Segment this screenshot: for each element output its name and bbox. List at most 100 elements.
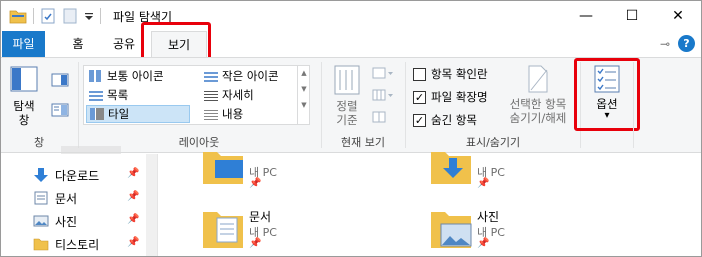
hidden-items-label: 숨긴 항목 bbox=[431, 113, 477, 127]
ribbon-view: 탐색 창 창 보통 아이콘 작은 아이콘 목록 자세히 타일 내용 ▲ ▼ ▼ … bbox=[1, 57, 701, 153]
small-icons-icon bbox=[204, 70, 218, 82]
file-extensions-label: 파일 확장명 bbox=[431, 90, 488, 104]
layout-small-icons-label: 작은 아이콘 bbox=[222, 69, 279, 83]
nav-item-downloads[interactable]: 다운로드 bbox=[33, 164, 99, 186]
pin-icon: 📌 bbox=[127, 237, 140, 248]
add-columns-icon[interactable] bbox=[372, 88, 394, 102]
layout-details[interactable]: 자세히 bbox=[201, 86, 309, 104]
nav-item-tistory[interactable]: 티스토리 bbox=[33, 233, 99, 255]
folder-icon[interactable] bbox=[9, 8, 27, 24]
file-extensions-checkbox[interactable]: ✓ bbox=[413, 90, 426, 104]
hidden-items-checkbox[interactable]: ✓ bbox=[413, 113, 426, 127]
content-area: 다운로드 📌 문서 📌 사진 📌 티스토리 📌 내 PC 📌 내 PC 📌 문서… bbox=[1, 146, 701, 256]
nav-item-pictures[interactable]: 사진 bbox=[33, 210, 77, 232]
hide-selected-label: 선택한 항목 숨기기/해제 bbox=[509, 97, 567, 125]
quick-access-toolbar bbox=[9, 7, 101, 25]
tile-item[interactable]: 문서 내 PC 📌 bbox=[201, 208, 401, 256]
layout-list[interactable]: 목록 bbox=[86, 86, 200, 104]
tile-item[interactable]: 사진 내 PC 📌 bbox=[429, 208, 629, 256]
content-icon bbox=[204, 108, 218, 120]
item-checkboxes-checkbox[interactable] bbox=[413, 67, 426, 81]
tile-item[interactable]: 내 PC 📌 bbox=[201, 148, 401, 198]
preview-pane-icon[interactable] bbox=[51, 73, 69, 87]
pin-icon: 📌 bbox=[127, 168, 140, 179]
new-folder-icon[interactable] bbox=[62, 8, 78, 24]
layout-large-icons-label: 보통 아이콘 bbox=[107, 69, 164, 83]
navigation-pane-label: 탐색 창 bbox=[13, 99, 35, 127]
group-divider bbox=[321, 62, 322, 148]
hidden-items-toggle[interactable]: ✓ 숨긴 항목 bbox=[413, 112, 477, 128]
ribbon-tab-controls: ⊸ ? bbox=[660, 35, 695, 52]
desktop-folder-icon bbox=[203, 152, 243, 184]
layout-large-icons[interactable]: 보통 아이콘 bbox=[86, 67, 200, 85]
item-checkboxes-toggle[interactable]: 항목 확인란 bbox=[413, 66, 488, 82]
sort-by-button[interactable]: 정렬 기준 bbox=[328, 64, 366, 127]
item-checkboxes-label: 항목 확인란 bbox=[431, 67, 488, 81]
group-by-icon[interactable] bbox=[372, 66, 394, 80]
pin-icon: 📌 bbox=[249, 238, 262, 249]
details-pane-icon[interactable] bbox=[51, 103, 69, 117]
layout-content[interactable]: 내용 bbox=[201, 105, 309, 123]
downloads-folder-icon bbox=[431, 152, 471, 184]
hide-selected-icon bbox=[528, 65, 548, 93]
file-explorer-window: 파일 탐색기 — ☐ ✕ 파일 홈 공유 보기 ⊸ ? 탐색 창 창 보통 아이… bbox=[0, 0, 702, 257]
pictures-folder-icon bbox=[431, 212, 472, 248]
download-icon bbox=[34, 168, 48, 182]
title-bar: 파일 탐색기 — ☐ ✕ bbox=[1, 1, 701, 31]
folder-icon bbox=[33, 238, 49, 251]
nav-item-label: 사진 bbox=[55, 214, 78, 229]
pictures-icon bbox=[33, 215, 49, 227]
size-columns-icon[interactable] bbox=[372, 110, 394, 124]
layout-gallery-scroll[interactable]: ▲ ▼ ▼ bbox=[297, 65, 310, 125]
details-icon bbox=[204, 89, 218, 101]
large-icons-icon bbox=[89, 70, 103, 82]
layout-details-label: 자세히 bbox=[222, 88, 254, 102]
minimize-button[interactable]: — bbox=[563, 1, 609, 31]
layout-list-label: 목록 bbox=[107, 88, 129, 102]
documents-icon bbox=[34, 191, 48, 205]
tab-home[interactable]: 홈 bbox=[58, 31, 98, 57]
pin-icon: 📌 bbox=[477, 238, 490, 249]
group-divider bbox=[405, 62, 406, 148]
layout-gallery: 보통 아이콘 작은 아이콘 목록 자세히 타일 내용 bbox=[83, 65, 310, 125]
layout-small-icons[interactable]: 작은 아이콘 bbox=[201, 67, 309, 85]
pin-ribbon-icon[interactable]: ⊸ bbox=[660, 37, 670, 51]
layout-tiles[interactable]: 타일 bbox=[86, 105, 190, 123]
layout-content-label: 내용 bbox=[222, 107, 244, 121]
toolbar-divider bbox=[33, 8, 34, 24]
chevron-up-icon[interactable]: ▲ bbox=[298, 69, 310, 77]
tile-item[interactable]: 내 PC 📌 bbox=[429, 148, 629, 198]
navigation-pane-button[interactable]: 탐색 창 bbox=[7, 64, 41, 127]
nav-item-label: 문서 bbox=[55, 191, 78, 206]
chevron-down-icon[interactable]: ▼ bbox=[298, 85, 310, 93]
documents-folder-icon bbox=[203, 212, 243, 248]
tiles-icon bbox=[90, 108, 104, 120]
sort-icon bbox=[334, 65, 360, 95]
navigation-scrollbar[interactable] bbox=[146, 154, 158, 256]
nav-item-label: 티스토리 bbox=[55, 237, 100, 252]
help-button[interactable]: ? bbox=[678, 35, 695, 52]
chevron-down-icon[interactable] bbox=[84, 8, 94, 24]
navigation-pane: 다운로드 📌 문서 📌 사진 📌 티스토리 📌 bbox=[1, 146, 146, 256]
pin-icon: 📌 bbox=[127, 214, 140, 225]
tab-file[interactable]: 파일 bbox=[2, 31, 45, 57]
hide-selected-items-button[interactable]: 선택한 항목 숨기기/해제 bbox=[501, 64, 575, 125]
more-icon[interactable]: ▼ bbox=[298, 101, 310, 109]
navigation-pane-icon bbox=[10, 66, 38, 92]
highlight-box-options bbox=[574, 58, 640, 131]
ribbon-tabs: 파일 홈 공유 보기 ⊸ ? bbox=[1, 31, 701, 58]
tile-name: 문서 bbox=[249, 210, 272, 224]
group-divider bbox=[633, 62, 634, 148]
nav-item-label: 다운로드 bbox=[55, 168, 100, 183]
properties-icon[interactable] bbox=[40, 8, 56, 24]
pin-icon: 📌 bbox=[249, 178, 262, 189]
nav-item-documents[interactable]: 문서 bbox=[33, 187, 77, 209]
partial-nav-item bbox=[61, 146, 121, 154]
toolbar-divider bbox=[100, 8, 101, 24]
sort-by-label: 정렬 기준 bbox=[336, 99, 358, 127]
tab-share[interactable]: 공유 bbox=[102, 31, 146, 57]
maximize-button[interactable]: ☐ bbox=[609, 1, 655, 31]
layout-tiles-label: 타일 bbox=[108, 107, 130, 121]
file-extensions-toggle[interactable]: ✓ 파일 확장명 bbox=[413, 89, 488, 105]
close-button[interactable]: ✕ bbox=[655, 1, 701, 31]
